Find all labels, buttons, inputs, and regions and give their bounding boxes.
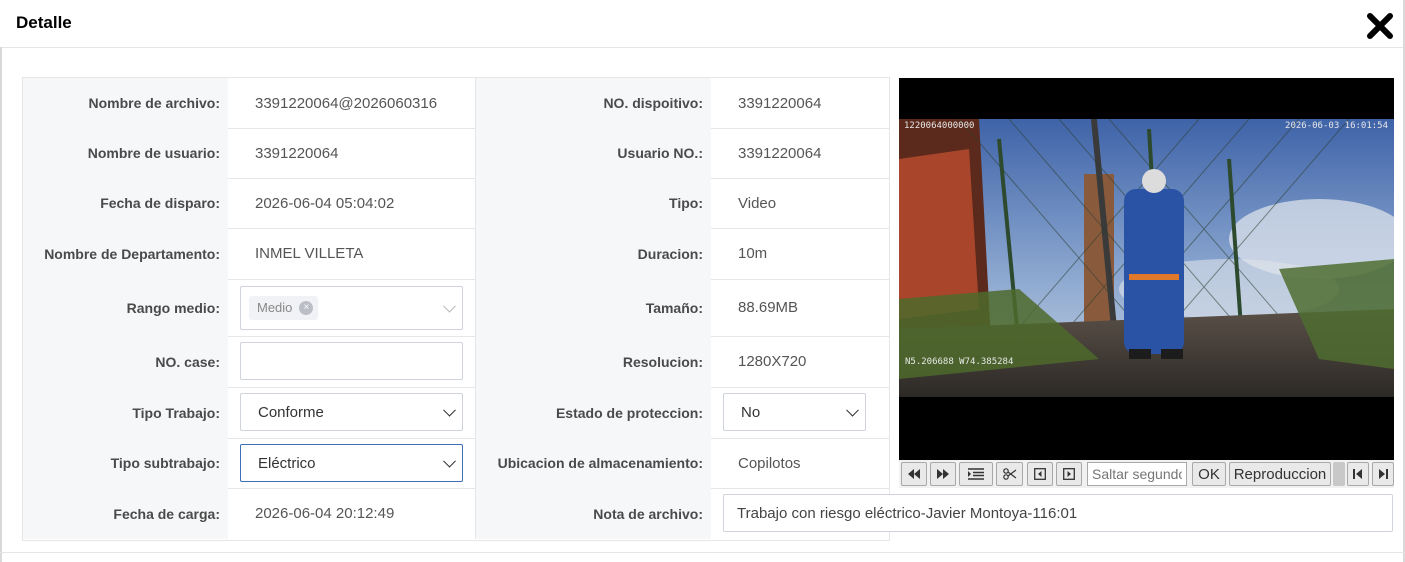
chevron-down-icon <box>443 299 456 313</box>
field-label: Tipo: <box>475 178 711 228</box>
chevron-down-icon <box>443 454 456 468</box>
next-frame-icon[interactable] <box>1056 462 1082 486</box>
detail-row: NO. case: Resolucion: 1280X720 <box>23 336 889 388</box>
field-label: Nombre de Departamento: <box>23 228 228 279</box>
rewind-icon[interactable] <box>901 462 927 486</box>
field-label: Tamaño: <box>475 279 711 336</box>
resolution-value: 1280X720 <box>738 353 807 370</box>
tag-remove-icon[interactable]: × <box>299 301 314 315</box>
detail-row: Nombre de usuario: 3391220064 Usuario NO… <box>23 128 889 179</box>
dialog-footer-divider <box>0 552 1405 553</box>
field-label: Nombre de usuario: <box>23 128 228 178</box>
field-label: Resolucion: <box>475 336 711 387</box>
field-label: NO. dispoitivo: <box>475 78 711 128</box>
protection-status-selected: No <box>741 403 761 421</box>
skip-start-icon[interactable] <box>1347 462 1369 486</box>
player-controls: OK Reproduccion <box>899 460 1394 488</box>
work-subtype-selected: Eléctrico <box>258 454 316 472</box>
video-player[interactable]: 1220064000000 2026-06-03 16:01:54 N5.206… <box>899 78 1394 460</box>
duration-value: 10m <box>738 245 768 262</box>
case-number-input[interactable] <box>240 342 463 380</box>
dialog-title: Detalle <box>16 13 72 32</box>
media-range-tag: Medio × <box>249 296 319 320</box>
field-label: Fecha de disparo: <box>23 178 228 228</box>
detail-table: Nombre de archivo: 3391220064@2026060316… <box>22 77 890 541</box>
chevron-down-icon <box>443 403 456 417</box>
detail-row: Tipo subtrabajo: Eléctrico Ubicacion de … <box>23 438 889 489</box>
dialog-border-left <box>0 47 2 562</box>
detail-row: Nombre de Departamento: INMEL VILLETA Du… <box>23 228 889 280</box>
detail-row: Tipo Trabajo: Conforme Estado de protecc… <box>23 387 889 439</box>
user-name-value: 3391220064 <box>255 144 339 162</box>
work-subtype-select[interactable]: Eléctrico <box>240 444 463 482</box>
fast-forward-icon[interactable] <box>930 462 956 486</box>
playback-button[interactable]: Reproduccion <box>1229 462 1331 486</box>
field-label: Tipo subtrabajo: <box>23 438 228 488</box>
video-osd-device: 1220064000000 <box>904 121 975 131</box>
ok-button[interactable]: OK <box>1192 462 1226 486</box>
field-label: Duracion: <box>475 228 711 279</box>
size-value: 88.69MB <box>738 299 799 316</box>
detail-row: Nombre de archivo: 3391220064@2026060316… <box>23 78 889 129</box>
detail-row: Fecha de disparo: 2026-06-04 05:04:02 Ti… <box>23 178 889 229</box>
work-type-select[interactable]: Conforme <box>240 393 463 431</box>
field-label: Nombre de archivo: <box>23 78 228 128</box>
video-osd-coordinates: N5.206688 W74.385284 <box>905 357 1014 367</box>
field-label: Ubicacion de almacenamiento: <box>475 438 711 488</box>
protection-status-select[interactable]: No <box>723 393 866 431</box>
scissors-icon[interactable] <box>996 462 1023 486</box>
trigger-date-value: 2026-06-04 05:04:02 <box>255 194 395 212</box>
skip-end-icon[interactable] <box>1372 462 1394 486</box>
field-label: Usuario NO.: <box>475 128 711 178</box>
field-label: NO. case: <box>23 336 228 387</box>
control-bar-scrollbar[interactable] <box>1333 462 1345 486</box>
file-name-value: 3391220064@2026060316 <box>255 94 438 112</box>
file-note-input[interactable] <box>723 494 1393 532</box>
field-label: Tipo Trabajo: <box>23 387 228 438</box>
detail-row: Rango medio: Medio × Tamaño: 88.69MB <box>23 279 889 337</box>
media-range-tag-label: Medio <box>257 300 293 315</box>
close-icon[interactable] <box>1366 12 1394 40</box>
field-label: Fecha de carga: <box>23 488 228 539</box>
media-range-select[interactable]: Medio × <box>240 286 463 330</box>
prev-frame-icon[interactable] <box>1027 462 1053 486</box>
field-label: Rango medio: <box>23 279 228 336</box>
storage-location-value: Copilotos <box>738 454 801 472</box>
work-type-selected: Conforme <box>258 403 324 421</box>
field-label: Estado de proteccion: <box>475 387 711 438</box>
video-frame <box>899 119 1394 397</box>
chevron-down-icon <box>846 403 859 417</box>
list-icon[interactable] <box>959 462 993 486</box>
field-label: Nota de archivo: <box>475 488 711 539</box>
type-value: Video <box>738 194 777 212</box>
user-number-value: 3391220064 <box>738 144 822 162</box>
seek-seconds-input[interactable] <box>1087 462 1187 486</box>
device-number-value: 3391220064 <box>738 94 822 112</box>
department-value: INMEL VILLETA <box>255 245 364 262</box>
upload-date-value: 2026-06-04 20:12:49 <box>255 505 395 522</box>
video-osd-timestamp: 2026-06-03 16:01:54 <box>1285 121 1388 131</box>
dialog-header: Detalle <box>0 0 1405 48</box>
